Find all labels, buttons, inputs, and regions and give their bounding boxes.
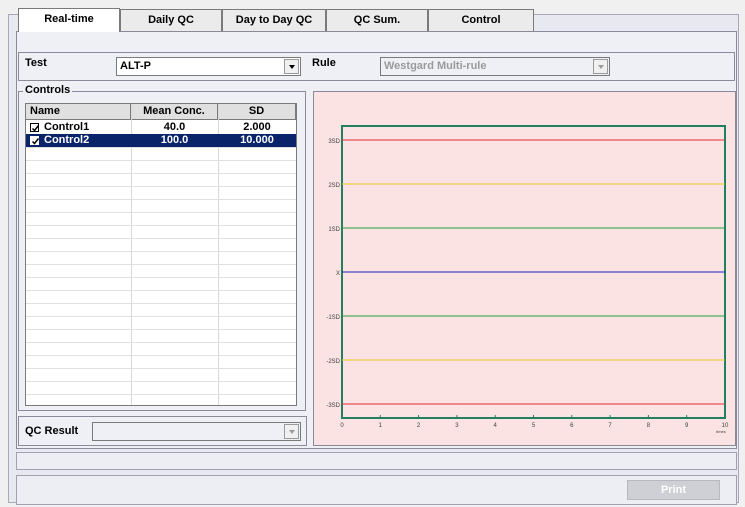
grid-row-divider [26,394,296,395]
test-select[interactable]: ALT-P [116,57,301,76]
tab-control[interactable]: Control [428,9,534,31]
cell-mean: 40.0 [163,121,186,133]
grid-column-divider [218,104,219,405]
x-tick-label: 1 [379,423,383,429]
grid-row-divider [26,290,296,291]
grid-row-divider [26,212,296,213]
tab-label: Control [461,14,501,26]
grid-row-divider [26,147,296,148]
test-select-value: ALT-P [120,60,151,72]
grid-row-divider [26,238,296,239]
rule-label: Rule [312,57,336,69]
grid-row-divider [26,264,296,265]
x-unit-label: times [716,429,726,434]
qc-chart-svg: 3SD2SD1SDX-1SD-2SD-3SD0 1 2 3 4 5 6 7 8 9 10times [326,125,729,434]
cell-name: Control1 [44,121,90,133]
x-tick-label: 0 [340,423,344,429]
y-tick-label: 2SD [328,183,340,189]
status-bar [16,452,737,470]
cell-name: Control2 [44,134,90,146]
qc-chart: 3SD 2SD 1SD X -1SD -2SD -3SD 0 1 2 3 4 5 6 7 8 9 10 times [313,91,736,446]
grid-row-divider [26,160,296,161]
qc-result-select[interactable] [92,422,301,441]
tab-day-to-day-qc[interactable]: Day to Day QC [222,9,326,31]
x-tick-label: 5 [532,423,536,429]
grid-row-divider [26,342,296,343]
tab-qc-sum[interactable]: QC Sum. [326,9,428,31]
chevron-down-icon[interactable] [284,59,299,74]
x-tick-label: 9 [685,423,689,429]
x-tick-label: 7 [608,423,612,429]
cell-sd: 10.000 [240,134,274,146]
grid-row-divider [26,251,296,252]
checkbox[interactable] [30,123,40,132]
rule-select-value: Westgard Multi-rule [384,60,487,72]
grid-row-divider [26,355,296,356]
cell-sd: 2.000 [243,121,271,133]
controls-table[interactable]: Name Mean Conc. SD Control1 40.0 2.000 C… [25,103,297,406]
x-tick-label: 2 [417,423,421,429]
qc-result-label: QC Result [25,425,79,437]
chevron-down-icon[interactable] [284,424,299,439]
print-button[interactable]: Print [627,480,720,500]
column-header-sd[interactable]: SD [218,104,296,120]
x-tick-label: 4 [494,423,498,429]
grid-column-divider [131,104,132,405]
grid-row-divider [26,368,296,369]
chevron-down-icon[interactable] [593,59,608,74]
grid-row-divider [26,316,296,317]
grid-row-divider [26,225,296,226]
grid-row-divider [26,199,296,200]
tab-label: QC Sum. [353,14,401,26]
table-row[interactable]: Control2 100.0 10.000 [26,134,296,147]
table-row[interactable]: Control1 40.0 2.000 [26,121,296,134]
y-tick-label: -3SD [326,403,340,409]
tab-label: Daily QC [148,14,194,26]
y-tick-label: 3SD [328,139,340,145]
tab-label: Real-time [44,13,94,25]
grid-row-divider [26,381,296,382]
y-tick-label: 1SD [328,227,340,233]
x-tick-label: 8 [647,423,651,429]
checkbox[interactable] [30,136,40,145]
column-header-mean-conc[interactable]: Mean Conc. [131,104,218,120]
controls-legend: Controls [23,84,73,96]
x-tick-label: 6 [570,423,574,429]
y-tick-label: -2SD [326,359,340,365]
test-label: Test [25,57,47,69]
y-tick-label: X [336,271,340,277]
cell-mean: 100.0 [160,134,189,146]
x-tick-label: 3 [455,423,459,429]
column-header-name[interactable]: Name [26,104,131,120]
grid-row-divider [26,186,296,187]
y-tick-label: -1SD [326,315,340,321]
tab-daily-qc[interactable]: Daily QC [120,9,222,31]
tab-real-time[interactable]: Real-time [18,8,120,32]
grid-row-divider [26,329,296,330]
rule-select[interactable]: Westgard Multi-rule [380,57,610,76]
grid-row-divider [26,173,296,174]
grid-row-divider [26,277,296,278]
tab-label: Day to Day QC [235,14,313,26]
grid-row-divider [26,303,296,304]
